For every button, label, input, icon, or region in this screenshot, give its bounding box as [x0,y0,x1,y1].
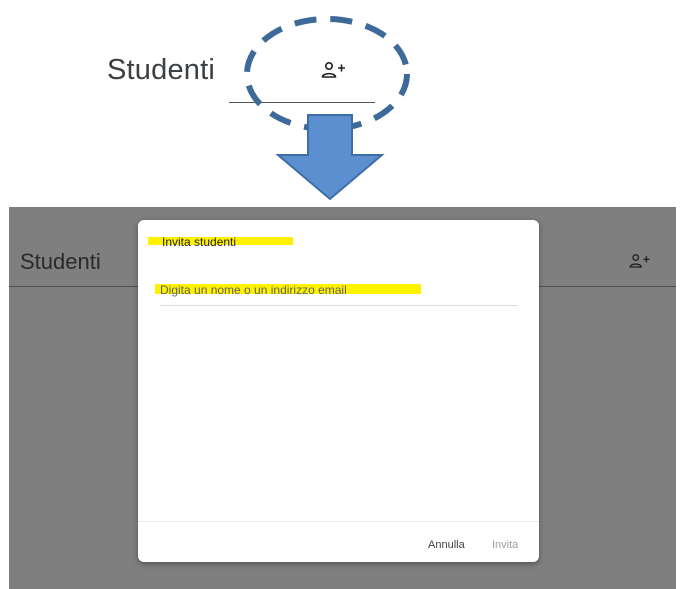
footer-divider [138,521,539,522]
invite-button[interactable]: Invita [488,537,522,553]
dialog-title: Invita studenti [162,235,237,249]
person-add-icon[interactable] [628,253,652,269]
callout-title: Studenti [107,54,216,86]
down-arrow [275,114,385,201]
app-screenshot: Studenti Invita studenti Annulla Invita [9,207,676,589]
invite-search-input[interactable] [160,275,518,306]
cancel-button[interactable]: Annulla [424,537,469,553]
page-title: Studenti [20,249,101,274]
invite-students-dialog: Invita studenti Annulla Invita [138,220,539,562]
